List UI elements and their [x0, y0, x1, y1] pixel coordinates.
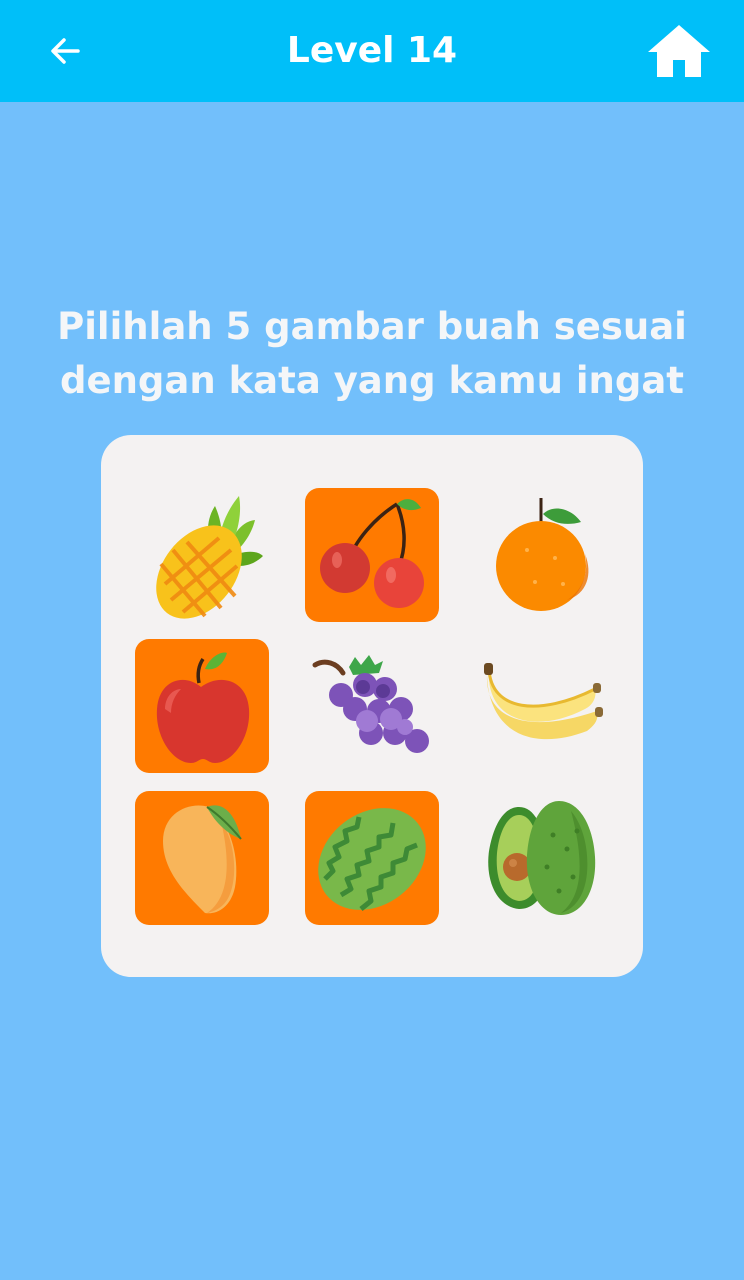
instruction-line-2: dengan kata yang kamu ingat	[59, 359, 684, 402]
instruction-text: Pilihlah 5 gambar buah sesuai dengan kat…	[0, 300, 744, 408]
home-icon	[648, 25, 710, 77]
tile-pineapple[interactable]	[135, 488, 269, 622]
grapes-icon	[312, 655, 429, 753]
mango-icon	[163, 805, 242, 914]
tile-avocado[interactable]	[475, 791, 609, 925]
instruction-line-1: Pilihlah 5 gambar buah sesuai	[57, 305, 687, 348]
top-bar: Level 14	[0, 0, 744, 102]
tile-banana[interactable]	[475, 639, 609, 773]
orange-icon	[496, 498, 589, 611]
tile-cherry[interactable]	[305, 488, 439, 622]
avocado-icon	[488, 801, 596, 915]
banana-icon	[484, 663, 603, 740]
tile-orange[interactable]	[475, 488, 609, 622]
home-button[interactable]	[646, 22, 712, 80]
fruit-board	[101, 435, 643, 977]
watermelon-icon	[318, 808, 426, 911]
tile-watermelon[interactable]	[305, 791, 439, 925]
tile-grapes[interactable]	[305, 639, 439, 773]
tile-apple[interactable]	[135, 639, 269, 773]
level-title: Level 14	[286, 30, 458, 71]
apple-icon	[156, 652, 250, 763]
cherry-icon	[320, 499, 424, 608]
pineapple-icon	[156, 496, 263, 619]
tile-mango[interactable]	[135, 791, 269, 925]
